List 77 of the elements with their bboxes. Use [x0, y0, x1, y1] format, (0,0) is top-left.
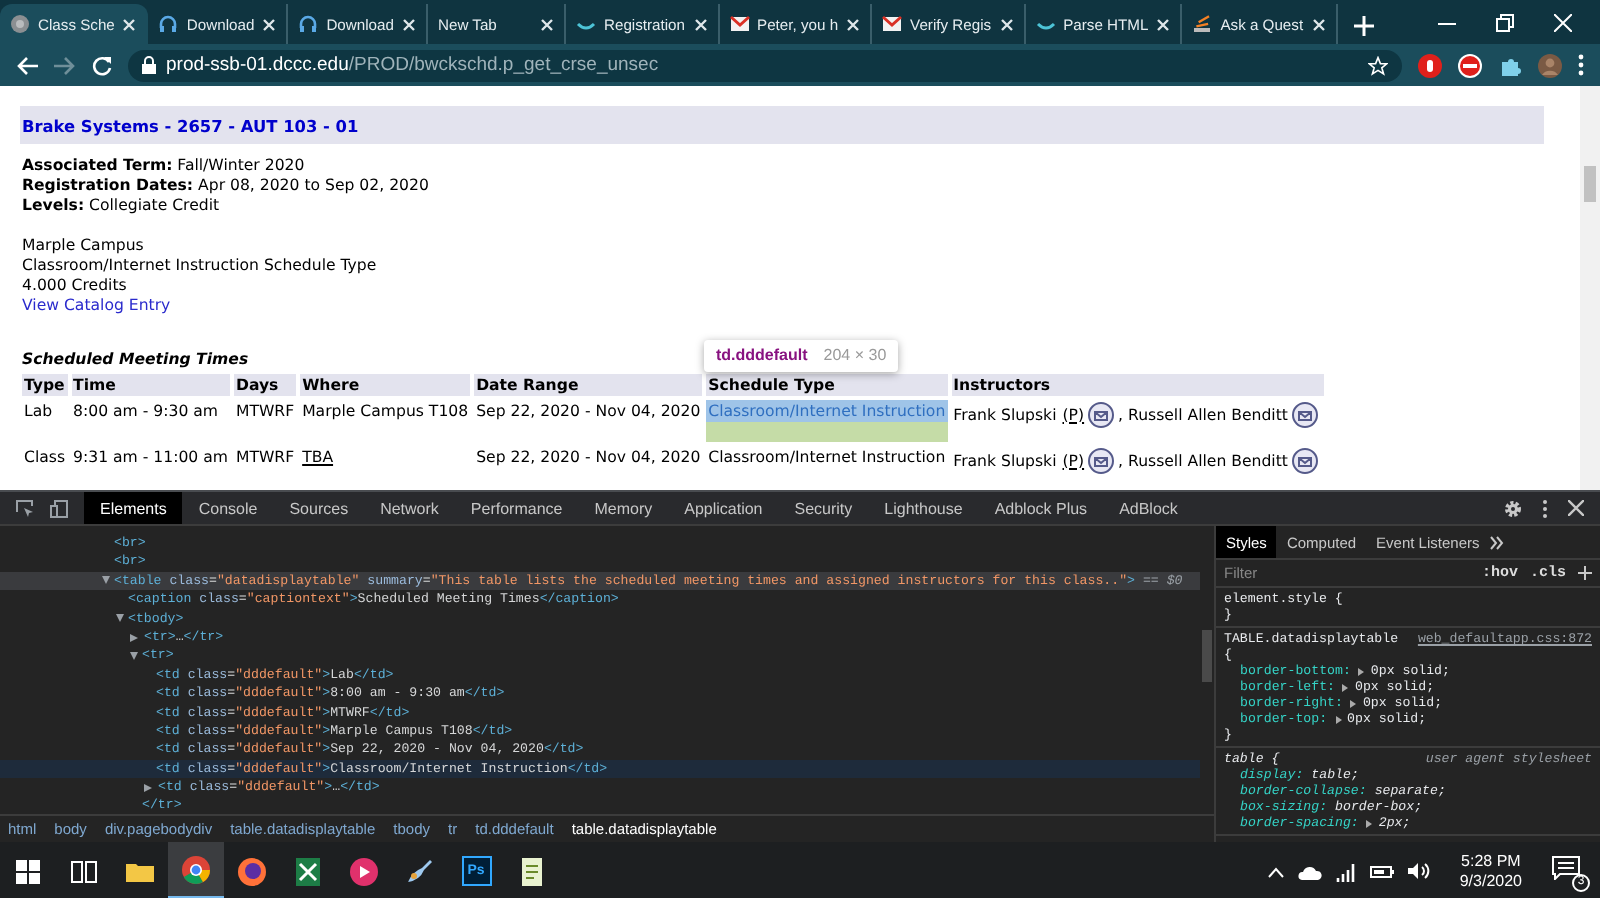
- tooltip-selector: td.dddefault: [716, 346, 808, 366]
- devtools-tab[interactable]: Sources: [273, 492, 365, 524]
- menu-icon[interactable]: [1578, 54, 1584, 76]
- devtools-tab[interactable]: Adblock Plus: [978, 492, 1104, 524]
- reload-icon[interactable]: [92, 55, 112, 75]
- page-icon: [10, 14, 30, 34]
- fox-icon: [236, 855, 268, 887]
- course-title-link[interactable]: Brake Systems - 2657 - AUT 103 - 01: [22, 115, 359, 135]
- puzzle-icon[interactable]: [1498, 53, 1522, 77]
- back-icon[interactable]: [16, 55, 38, 75]
- mail-circle-icon[interactable]: [1088, 448, 1115, 474]
- devtools-tab[interactable]: Elements: [84, 492, 183, 524]
- devtools-tab[interactable]: Memory: [578, 492, 669, 524]
- close-icon[interactable]: [1311, 17, 1326, 31]
- tooltip-size: 204 × 30: [823, 346, 887, 366]
- restore-icon[interactable]: [1496, 13, 1514, 31]
- forward-icon[interactable]: [54, 55, 76, 75]
- inspect-icon[interactable]: [16, 499, 34, 517]
- expand-arrow-icon[interactable]: [130, 633, 138, 642]
- settings-icon[interactable]: [1504, 499, 1522, 517]
- close-icon[interactable]: [401, 17, 416, 31]
- devtools-tab[interactable]: Console: [182, 492, 274, 524]
- stop-sign-icon[interactable]: [1458, 53, 1482, 77]
- chevron-up-icon[interactable]: [1267, 865, 1284, 877]
- mail-icon: [729, 14, 750, 34]
- close-icon[interactable]: [846, 17, 861, 31]
- taskbar-button[interactable]: [168, 842, 224, 898]
- devtools-tab[interactable]: Network: [364, 492, 455, 524]
- chrome-icon: [180, 853, 212, 885]
- message-icon: [1552, 855, 1580, 879]
- avatar-icon[interactable]: [1538, 53, 1562, 77]
- close-icon[interactable]: [1156, 17, 1171, 31]
- document-icon: [516, 855, 548, 887]
- close-icon[interactable]: [539, 17, 554, 31]
- volume-icon[interactable]: [1407, 862, 1430, 880]
- extension-icon[interactable]: [1418, 53, 1442, 77]
- scrollbar[interactable]: [1580, 86, 1600, 490]
- add-icon[interactable]: [1578, 566, 1592, 580]
- stack-icon: [1192, 14, 1213, 34]
- spreadsheet-icon: [292, 855, 324, 887]
- expand-arrow-icon[interactable]: [102, 576, 110, 585]
- chevron-icon[interactable]: [1489, 535, 1504, 549]
- brush-icon: [404, 855, 436, 887]
- devtools-tab[interactable]: AdBlock: [1103, 492, 1194, 524]
- close-icon[interactable]: [262, 17, 277, 31]
- devtools-tab[interactable]: Lighthouse: [868, 492, 979, 524]
- device-icon[interactable]: [50, 499, 68, 517]
- star-icon[interactable]: [1368, 55, 1388, 75]
- expand-arrow-icon[interactable]: [144, 783, 152, 792]
- scrollbar-thumb[interactable]: [1202, 630, 1212, 682]
- task-view-icon: [68, 855, 100, 887]
- devtools-tab[interactable]: Performance: [454, 492, 579, 524]
- headphones-icon: [298, 14, 319, 34]
- more-icon[interactable]: [1542, 499, 1548, 517]
- cloud-icon[interactable]: [1297, 863, 1322, 879]
- close-icon[interactable]: [999, 17, 1014, 31]
- mail-icon: [882, 14, 903, 34]
- expand-arrow-icon[interactable]: [116, 614, 124, 623]
- close-icon[interactable]: [693, 17, 708, 31]
- scrollbar-thumb[interactable]: [1584, 166, 1596, 202]
- devtools-tab[interactable]: Security: [778, 492, 869, 524]
- close-icon[interactable]: [122, 17, 137, 31]
- mail-circle-icon[interactable]: [1291, 448, 1318, 474]
- mail-circle-icon[interactable]: [1088, 402, 1115, 428]
- network-icon[interactable]: [1335, 861, 1356, 881]
- address-bar[interactable]: prod-ssb-01.dccc.edu/PROD/bwckschd.p_get_crse_unsec: [128, 49, 1402, 81]
- devtools-tab[interactable]: Application: [668, 492, 779, 524]
- headphones-icon: [158, 14, 179, 34]
- lock-icon: [142, 56, 156, 74]
- windows-icon: [12, 855, 44, 887]
- expand-arrow-icon[interactable]: [130, 652, 138, 661]
- play-icon: [348, 855, 380, 887]
- clock[interactable]: 5:28 PM 9/3/2020: [1459, 851, 1522, 891]
- battery-icon[interactable]: [1369, 863, 1394, 879]
- new-tab-icon[interactable]: [1353, 16, 1374, 36]
- mail-circle-icon[interactable]: [1291, 402, 1318, 428]
- close-icon[interactable]: [1568, 499, 1584, 515]
